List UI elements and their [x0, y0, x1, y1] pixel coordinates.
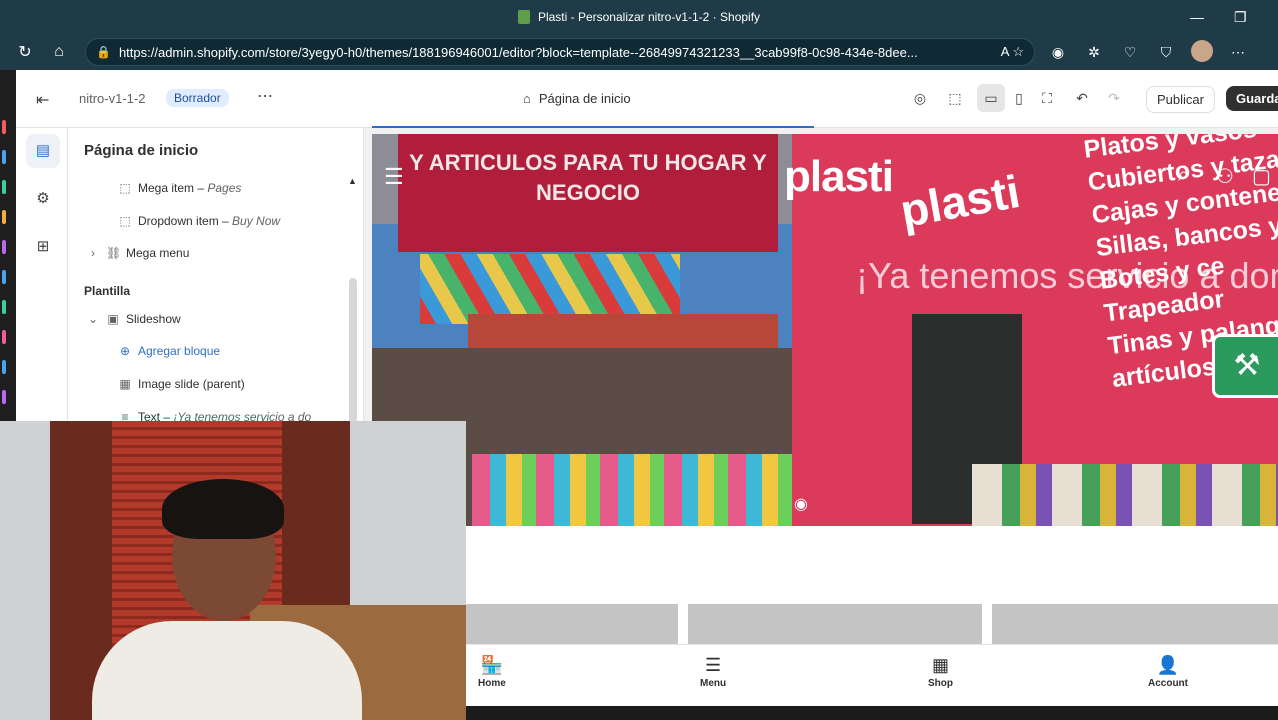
status-badge: Borrador [166, 89, 229, 107]
shield-icon[interactable]: ⛉ [1148, 44, 1184, 61]
publish-button[interactable]: Publicar [1146, 86, 1215, 113]
hero-store-sign: Y ARTICULOS PARA TU HOGAR Y NEGOCIO [398, 134, 778, 252]
url-text: https://admin.shopify.com/store/3yegy0-h… [118, 44, 918, 60]
account-icon[interactable]: ⚇ [1216, 164, 1234, 189]
redo-icon[interactable]: ↷ [1100, 84, 1128, 112]
search-icon[interactable]: ⌕ [1178, 164, 1189, 187]
chevron-right-icon[interactable]: › [86, 246, 100, 260]
read-aloud-icon[interactable]: A ☆ [1001, 44, 1024, 60]
webcam-person-body [92, 621, 362, 720]
webcam-person-hair [162, 479, 284, 539]
add-block-button[interactable]: ⊕ Agregar bloque [118, 344, 220, 358]
menu-icon: ☰ [704, 655, 722, 675]
lock-icon: 🔒 [96, 45, 111, 59]
chevron-down-icon[interactable]: ⌄ [86, 312, 100, 326]
bottom-nav-account[interactable]: 👤 Account [1148, 655, 1188, 689]
hamburger-menu-icon[interactable]: ☰ [384, 164, 404, 190]
image-icon: ▦ [119, 377, 131, 391]
window-title: Plasti - Personalizar nitro-v1-1-2 · Sho… [537, 10, 761, 24]
tools-icon[interactable]: ⚒ [1212, 334, 1278, 398]
desktop-view-icon[interactable]: ▭ [977, 84, 1005, 112]
undo-icon[interactable]: ↶ [1068, 84, 1096, 112]
sidebar-scrollbar[interactable] [349, 278, 357, 423]
extensions-bar: ◉ ✲ ♡ ⛉ ⋯ [1040, 34, 1256, 70]
loading-progress-bar [372, 126, 814, 128]
shield-ext-icon[interactable]: ◉ [1040, 44, 1076, 61]
restore-button[interactable]: ❐ [1234, 0, 1247, 34]
fullscreen-icon[interactable]: ⛶ [1033, 84, 1061, 112]
settings-icon[interactable]: ⚙ [26, 182, 60, 216]
os-taskbar [466, 706, 1278, 720]
minimize-button[interactable]: — [1190, 0, 1204, 34]
editor-topbar: ⇤ nitro-v1-1-2 Borrador ⋯ ⌂ Página de ini… [16, 70, 1278, 128]
puzzle-icon[interactable]: ✲ [1076, 44, 1112, 61]
sections-icon[interactable]: ▤ [26, 134, 60, 168]
browser-titlebar: Plasti - Personalizar nitro-v1-1-2 · Sho… [0, 0, 1278, 34]
store-preview: Y ARTICULOS PARA TU HOGAR Y NEGOCIO plas… [372, 134, 1278, 720]
section-heading-plantilla: Plantilla [84, 284, 131, 298]
scroll-up-arrow[interactable]: ▲ [348, 176, 357, 186]
shopify-icon [517, 10, 530, 24]
heart-icon[interactable]: ♡ [1112, 44, 1148, 61]
hero-roof [468, 314, 778, 348]
refresh-icon[interactable]: ↻ [8, 42, 42, 62]
cart-icon[interactable]: ▢ [1252, 164, 1271, 189]
profile-avatar[interactable] [1184, 39, 1220, 65]
theme-name: nitro-v1-1-2 [79, 91, 146, 106]
bottom-nav-shop[interactable]: ▦ Shop [928, 655, 953, 689]
slideshow-play-icon[interactable]: ◉ [794, 494, 808, 514]
home-icon: ⌂ [523, 91, 531, 106]
block-icon: ⬚ [119, 214, 131, 228]
collection-cards [466, 604, 1278, 644]
bottom-nav-home[interactable]: 🏪 Home [478, 655, 506, 689]
user-icon: 👤 [1156, 655, 1180, 675]
bottom-nav-menu[interactable]: ☰ Menu [700, 655, 726, 689]
apps-icon[interactable]: ⊞ [26, 230, 60, 264]
slideshow-icon: ▣ [107, 312, 119, 326]
sidebar-item-mega-item[interactable]: ⬚ Mega item – Pages [118, 181, 241, 195]
store-icon: 🏪 [480, 655, 504, 675]
webcam-overlay [0, 421, 466, 720]
exit-icon[interactable]: ⇤ [36, 90, 49, 110]
store-logo[interactable]: plasti [784, 152, 894, 202]
sidebar-item-image-slide[interactable]: ▦ Image slide (parent) [118, 377, 244, 391]
collection-card[interactable] [688, 604, 982, 644]
sidebar-item-mega-menu[interactable]: › ⛓ Mega menu [86, 246, 189, 260]
block-icon: ⬚ [119, 181, 131, 195]
hero-stools [472, 454, 802, 526]
grid-icon: ▦ [931, 655, 949, 675]
more-icon[interactable]: ⋯ [1220, 44, 1256, 61]
hero-heading: ¡Ya tenemos servicio a domicilio [856, 255, 1278, 296]
sidebar-title: Página de inicio [84, 142, 199, 159]
slideshow-hero[interactable]: Y ARTICULOS PARA TU HOGAR Y NEGOCIO plas… [372, 134, 1278, 526]
sections-sidebar: Página de inicio ▲ ⬚ Mega item – Pages ⬚ D… [68, 128, 364, 428]
sidebar-item-slideshow[interactable]: ⌄ ▣ Slideshow [86, 312, 181, 326]
collection-card[interactable] [992, 604, 1278, 644]
link-icon: ⛓ [106, 246, 122, 260]
page-selector[interactable]: ⌂ Página de inicio [523, 91, 631, 106]
collection-card[interactable] [466, 604, 678, 644]
inspector-icon[interactable]: ◎ [906, 84, 934, 112]
hero-goods [972, 464, 1278, 526]
plus-circle-icon: ⊕ [119, 344, 131, 358]
save-button[interactable]: Guardar [1226, 86, 1278, 111]
url-field[interactable]: 🔒 https://admin.shopify.com/store/3yegy0… [85, 38, 1035, 66]
more-actions-button[interactable]: ⋯ [257, 86, 273, 106]
home-icon[interactable]: ⌂ [42, 43, 76, 61]
mobile-view-icon[interactable]: ▯ [1005, 84, 1033, 112]
sidebar-item-dropdown-item[interactable]: ⬚ Dropdown item – Buy Now [118, 214, 280, 228]
select-tool-icon[interactable]: ⬚ [941, 84, 969, 112]
